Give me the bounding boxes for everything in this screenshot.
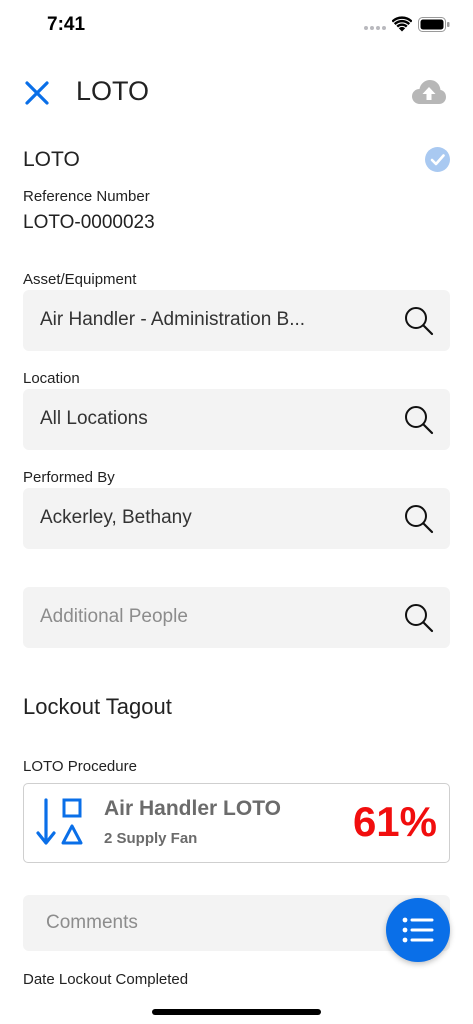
bottom-safe-area <box>0 987 473 1024</box>
home-indicator <box>152 1009 321 1015</box>
reference-number-value: LOTO-0000023 <box>23 212 155 233</box>
additional-people-placeholder: Additional People <box>40 606 188 627</box>
search-icon[interactable] <box>403 305 435 337</box>
performed-by-value: Ackerley, Bethany <box>40 507 192 528</box>
status-bar: 7:41 <box>0 0 473 52</box>
location-lookup-field[interactable]: All Locations <box>23 389 450 450</box>
close-button[interactable] <box>22 78 52 108</box>
nav-bar: LOTO <box>0 62 473 122</box>
comments-placeholder: Comments <box>46 912 138 933</box>
close-icon <box>25 81 49 105</box>
location-label: Location <box>23 370 80 387</box>
status-time: 7:41 <box>47 14 86 35</box>
asset-lookup-field[interactable]: Air Handler - Administration B... <box>23 290 450 351</box>
loto-procedure-label: LOTO Procedure <box>23 758 137 775</box>
additional-people-lookup-field[interactable]: Additional People <box>23 587 450 648</box>
check-circle-icon <box>425 147 450 172</box>
wifi-icon <box>392 16 412 32</box>
asset-label: Asset/Equipment <box>23 271 137 288</box>
upload-button[interactable] <box>410 78 448 108</box>
search-icon[interactable] <box>403 404 435 436</box>
procedure-subtitle: 2 Supply Fan <box>104 830 198 847</box>
procedure-progress-percent: 61% <box>352 798 437 845</box>
performed-by-label: Performed By <box>23 469 115 486</box>
lockout-tagout-heading: Lockout Tagout <box>23 694 172 719</box>
procedure-shapes-icon <box>36 798 83 845</box>
list-menu-icon <box>402 917 434 943</box>
section-title: LOTO <box>23 148 80 171</box>
loto-procedure-card[interactable]: Air Handler LOTO 2 Supply Fan 61% <box>23 783 450 863</box>
search-icon[interactable] <box>403 602 435 634</box>
procedure-title: Air Handler LOTO <box>104 797 281 820</box>
performed-by-lookup-field[interactable]: Ackerley, Bethany <box>23 488 450 549</box>
page-title: LOTO <box>76 76 150 106</box>
menu-fab-button[interactable] <box>386 898 450 962</box>
search-icon[interactable] <box>403 503 435 535</box>
reference-number-label: Reference Number <box>23 188 150 205</box>
battery-icon <box>418 17 450 32</box>
asset-value: Air Handler - Administration B... <box>40 309 306 330</box>
cloud-upload-icon <box>412 80 446 104</box>
location-value: All Locations <box>40 408 148 429</box>
date-lockout-completed-label: Date Lockout Completed <box>23 971 189 988</box>
cellular-signal-icon <box>364 26 386 32</box>
